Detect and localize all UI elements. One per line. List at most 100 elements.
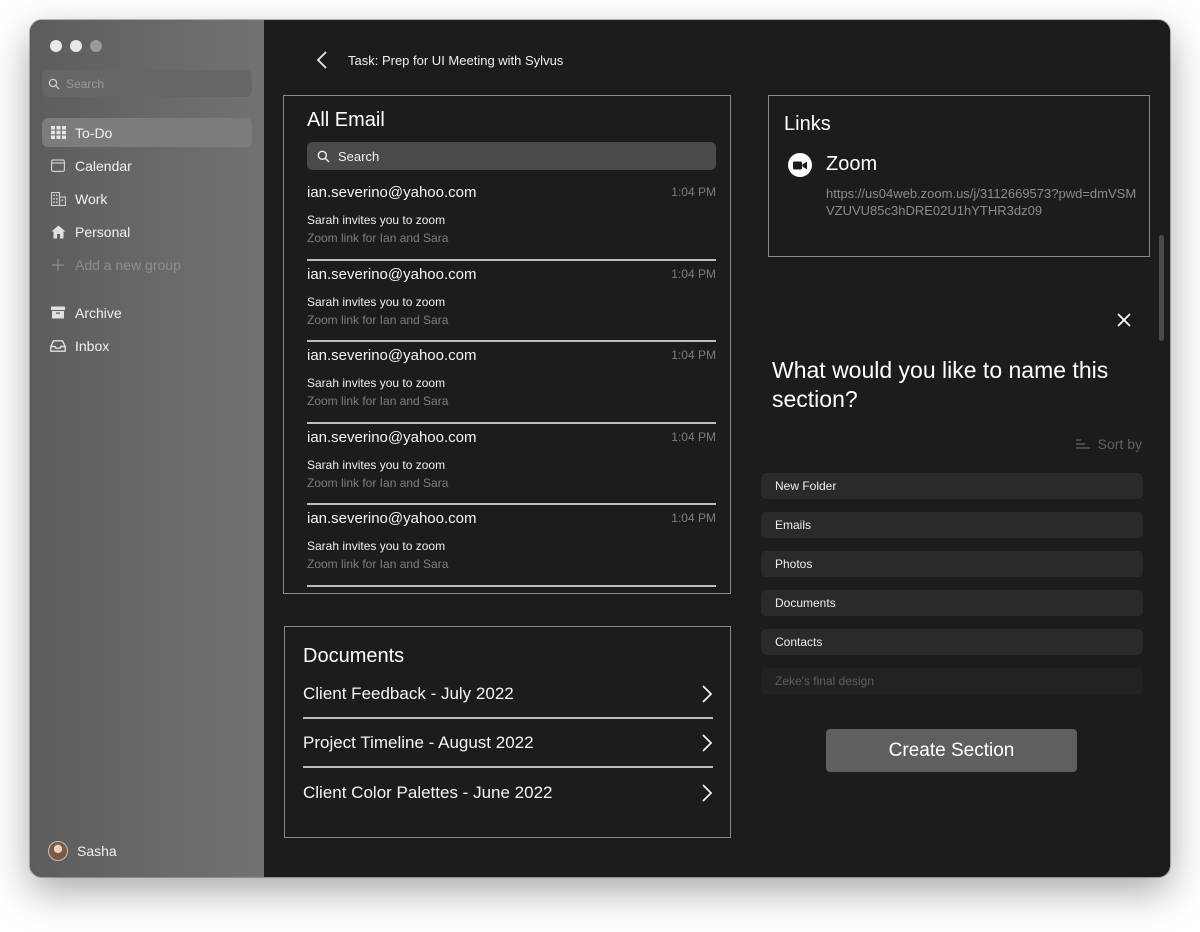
sidebar-nav: To-Do Calendar Work Personal Add a new g… bbox=[42, 118, 252, 364]
archive-icon bbox=[50, 305, 66, 321]
email-preview: Zoom link for Ian and Sara bbox=[307, 312, 449, 327]
minimize-window-dot[interactable] bbox=[70, 40, 82, 52]
sidebar-item-add-group[interactable]: Add a new group bbox=[42, 250, 252, 279]
zoom-window-dot[interactable] bbox=[90, 40, 102, 52]
chevron-right-icon bbox=[702, 684, 713, 703]
dialog-question: What would you like to name this section… bbox=[772, 357, 1109, 412]
email-time: 1:04 PM bbox=[671, 429, 716, 444]
email-subject: Sarah invites you to zoom bbox=[307, 457, 446, 472]
sidebar-search-input[interactable] bbox=[66, 76, 236, 91]
email-panel-title: All Email bbox=[307, 109, 385, 131]
sidebar-item-work[interactable]: Work bbox=[42, 184, 252, 213]
scrollbar-thumb[interactable] bbox=[1159, 235, 1164, 341]
email-preview: Zoom link for Ian and Sara bbox=[307, 557, 449, 571]
email-item[interactable]: ian.severino@yahoo.com 1:04 PM Sarah inv… bbox=[307, 179, 716, 261]
email-time: 1:04 PM bbox=[671, 185, 716, 199]
email-time: 1:04 PM bbox=[671, 266, 716, 281]
user-name: Sasha bbox=[77, 843, 117, 859]
app-window: To-Do Calendar Work Personal bbox=[30, 20, 1170, 877]
sidebar-item-calendar[interactable]: Calendar bbox=[42, 151, 252, 180]
sidebar-item-archive[interactable]: Archive bbox=[42, 298, 252, 327]
sidebar-item-label: Add a new group bbox=[75, 256, 181, 273]
email-preview: Zoom link for Ian and Sara bbox=[307, 475, 449, 490]
document-item[interactable]: Client Color Palettes - June 2022 bbox=[303, 768, 713, 817]
document-item[interactable]: Client Feedback - July 2022 bbox=[303, 670, 713, 719]
document-name: Client Feedback - July 2022 bbox=[303, 683, 514, 703]
section-option[interactable]: New Folder bbox=[761, 473, 1143, 499]
create-section-button[interactable]: Create Section bbox=[826, 729, 1077, 772]
close-icon[interactable] bbox=[1114, 310, 1134, 330]
email-preview: Zoom link for Ian and Sara bbox=[307, 394, 449, 408]
section-option[interactable]: Contacts bbox=[761, 629, 1143, 655]
email-list: ian.severino@yahoo.com 1:04 PM Sarah inv… bbox=[307, 179, 716, 587]
email-time: 1:04 PM bbox=[671, 348, 716, 362]
email-sender: ian.severino@yahoo.com bbox=[307, 184, 477, 201]
zoom-link-url[interactable]: https://us04web.zoom.us/j/3112669573?pwd… bbox=[826, 185, 1141, 219]
sidebar-item-label: Work bbox=[75, 190, 108, 207]
section-option[interactable]: Documents bbox=[761, 590, 1143, 616]
documents-panel: Documents Client Feedback - July 2022 Pr… bbox=[284, 626, 731, 838]
email-sender: ian.severino@yahoo.com bbox=[307, 347, 477, 364]
window-controls bbox=[50, 40, 102, 52]
zoom-link-name[interactable]: Zoom bbox=[826, 153, 877, 176]
email-sender: ian.severino@yahoo.com bbox=[307, 510, 477, 527]
email-subject: Sarah invites you to zoom bbox=[307, 294, 446, 309]
sidebar-item-personal[interactable]: Personal bbox=[42, 217, 252, 246]
sidebar-item-label: To-Do bbox=[75, 124, 113, 141]
sidebar-item-label: Inbox bbox=[75, 337, 110, 354]
sidebar-item-label: Archive bbox=[75, 304, 122, 321]
sidebar-item-label: Calendar bbox=[75, 157, 132, 174]
plus-icon bbox=[50, 257, 66, 273]
back-chevron-icon[interactable] bbox=[316, 50, 328, 70]
avatar bbox=[48, 841, 68, 861]
email-subject: Sarah invites you to zoom bbox=[307, 539, 446, 553]
sort-icon bbox=[1075, 439, 1090, 449]
email-subject: Sarah invites you to zoom bbox=[307, 213, 446, 227]
document-name: Project Timeline - August 2022 bbox=[303, 732, 534, 752]
nav-divider bbox=[42, 283, 252, 298]
main-content: Task: Prep for UI Meeting with Sylvus Al… bbox=[264, 20, 1170, 877]
documents-panel-title: Documents bbox=[303, 645, 405, 667]
email-sender: ian.severino@yahoo.com bbox=[307, 428, 477, 446]
chevron-right-icon bbox=[702, 783, 713, 802]
document-list: Client Feedback - July 2022 Project Time… bbox=[303, 670, 713, 817]
links-panel-title: Links bbox=[784, 113, 831, 135]
email-search-placeholder: Search bbox=[338, 148, 380, 164]
email-subject: Sarah invites you to zoom bbox=[307, 376, 446, 390]
close-window-dot[interactable] bbox=[50, 40, 62, 52]
email-time: 1:04 PM bbox=[671, 511, 716, 525]
email-item[interactable]: ian.severino@yahoo.com 1:04 PM Sarah inv… bbox=[307, 342, 716, 424]
email-panel: All Email Search ian.severino@yahoo.com … bbox=[283, 95, 731, 594]
section-option-faded[interactable]: Zeke's final design bbox=[761, 668, 1143, 694]
sidebar-search bbox=[42, 70, 252, 97]
calendar-icon bbox=[50, 158, 66, 174]
grid-icon bbox=[50, 125, 66, 141]
email-item[interactable]: ian.severino@yahoo.com 1:04 PM Sarah inv… bbox=[307, 424, 716, 505]
email-item[interactable]: ian.severino@yahoo.com 1:04 PM Sarah inv… bbox=[307, 261, 716, 342]
house-icon bbox=[50, 224, 66, 240]
inbox-icon bbox=[50, 338, 66, 354]
user-profile[interactable]: Sasha bbox=[48, 841, 117, 861]
email-item[interactable]: ian.severino@yahoo.com 1:04 PM Sarah inv… bbox=[307, 505, 716, 587]
document-item[interactable]: Project Timeline - August 2022 bbox=[303, 719, 713, 768]
sidebar-item-todo[interactable]: To-Do bbox=[42, 118, 252, 147]
section-option[interactable]: Emails bbox=[761, 512, 1143, 538]
section-option[interactable]: Photos bbox=[761, 551, 1143, 577]
video-camera-icon bbox=[788, 153, 812, 177]
task-header: Task: Prep for UI Meeting with Sylvus bbox=[316, 50, 563, 70]
building-icon bbox=[50, 191, 66, 207]
sidebar-item-label: Personal bbox=[75, 223, 131, 240]
email-search-input[interactable]: Search bbox=[307, 142, 716, 170]
sidebar: To-Do Calendar Work Personal bbox=[30, 20, 264, 877]
sort-by-button[interactable]: Sort by bbox=[1075, 436, 1142, 452]
sort-by-label: Sort by bbox=[1097, 436, 1142, 452]
search-icon bbox=[48, 78, 60, 89]
document-name: Client Color Palettes - June 2022 bbox=[303, 782, 553, 802]
search-icon bbox=[317, 150, 330, 162]
section-name-options: New Folder Emails Photos Documents Conta… bbox=[761, 473, 1143, 707]
links-panel: Links Zoom https://us04web.zoom.us/j/311… bbox=[768, 95, 1150, 257]
sidebar-item-inbox[interactable]: Inbox bbox=[42, 331, 252, 360]
chevron-right-icon bbox=[702, 733, 713, 752]
email-preview: Zoom link for Ian and Sara bbox=[307, 231, 449, 245]
page-title: Task: Prep for UI Meeting with Sylvus bbox=[348, 52, 564, 68]
